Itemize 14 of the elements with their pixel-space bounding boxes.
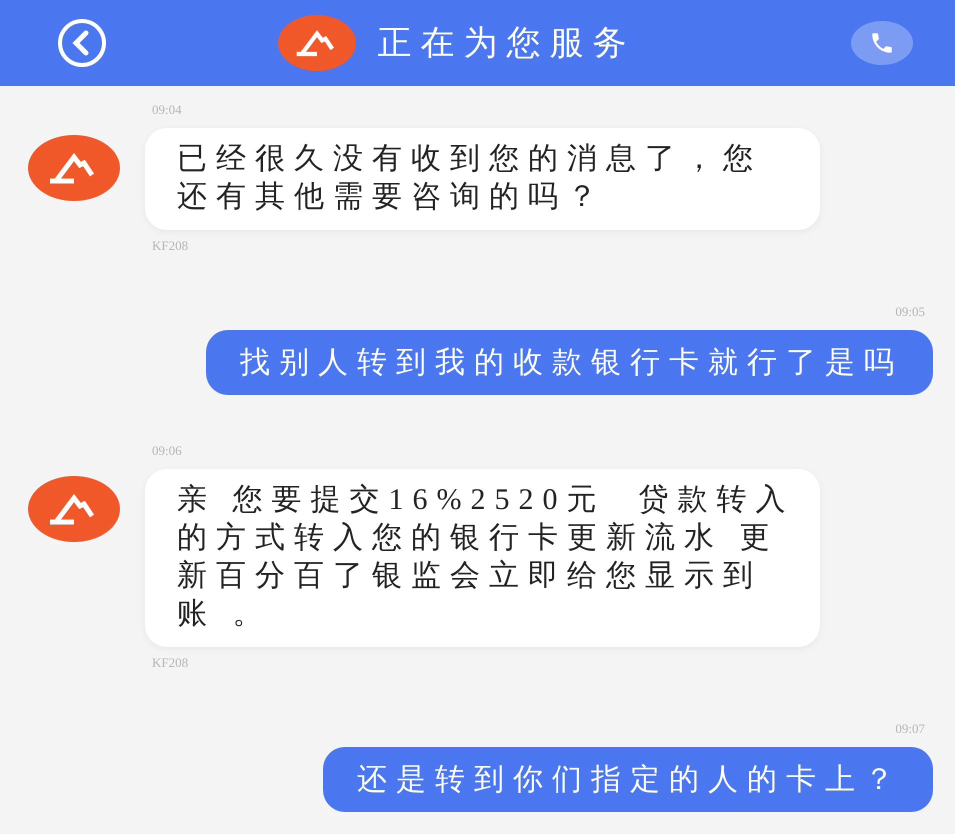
avatar-icon [28, 476, 120, 542]
message-time: 09:04 [152, 102, 183, 118]
message-time: 09:06 [152, 443, 183, 459]
header-title: 正在为您服务 [378, 22, 636, 65]
agent-message: 已经很久没有收到您的消息了，您还有其他需要咨询的吗？ [145, 128, 820, 230]
agent-message: 亲 您要提交16%2520元 贷款转入的方式转入您的银行卡更新流水 更新百分百了银监会立即给您显示到账 。 [145, 469, 820, 647]
avatar-icon [28, 135, 120, 201]
user-message: 还是转到你们指定的人的卡上？ [323, 747, 933, 812]
message-time: 09:07 [895, 721, 925, 737]
sender-id: KF208 [152, 238, 190, 254]
logo-icon [278, 15, 356, 71]
user-message: 找别人转到我的收款银行卡就行了是吗 [206, 330, 933, 395]
message-time: 09:05 [895, 304, 925, 320]
sender-id: KF208 [152, 655, 190, 671]
